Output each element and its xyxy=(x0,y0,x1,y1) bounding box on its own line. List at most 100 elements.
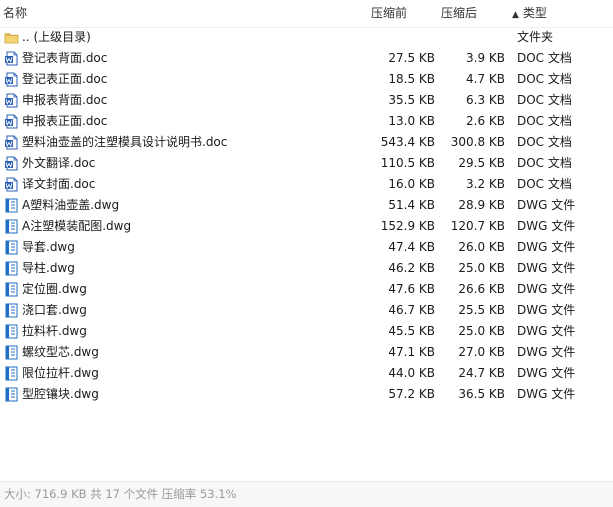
original-size: 44.0 KB xyxy=(388,366,435,380)
file-row[interactable]: 限位拉杆.dwg 44.0 KB 24.7 KB DWG 文件 xyxy=(0,363,613,384)
original-size: 57.2 KB xyxy=(388,387,435,401)
compressed-size: 3.9 KB xyxy=(466,51,505,65)
column-header-type[interactable]: ▲ 类型 xyxy=(512,0,547,27)
file-name: 导套.dwg xyxy=(22,240,75,254)
file-type: DWG 文件 xyxy=(517,240,576,254)
file-name: 申报表正面.doc xyxy=(22,114,108,128)
file-row[interactable]: 登记表背面.doc 27.5 KB 3.9 KB DOC 文档 xyxy=(0,48,613,69)
file-row[interactable]: 登记表正面.doc 18.5 KB 4.7 KB DOC 文档 xyxy=(0,69,613,90)
file-row[interactable]: 螺纹型芯.dwg 47.1 KB 27.0 KB DWG 文件 xyxy=(0,342,613,363)
word-doc-icon xyxy=(4,72,19,87)
file-type: DOC 文档 xyxy=(517,72,572,86)
file-type: DOC 文档 xyxy=(517,135,572,149)
compressed-size: 120.7 KB xyxy=(450,219,505,233)
file-type: DOC 文档 xyxy=(517,51,572,65)
file-type: DOC 文档 xyxy=(517,177,572,191)
original-size: 35.5 KB xyxy=(388,93,435,107)
file-row[interactable]: 申报表正面.doc 13.0 KB 2.6 KB DOC 文档 xyxy=(0,111,613,132)
original-size: 152.9 KB xyxy=(380,219,435,233)
compressed-size: 2.6 KB xyxy=(466,114,505,128)
column-header-name[interactable]: 名称 xyxy=(3,0,27,27)
file-name: A塑料油壶盖.dwg xyxy=(22,198,120,212)
file-row[interactable]: 申报表背面.doc 35.5 KB 6.3 KB DOC 文档 xyxy=(0,90,613,111)
file-name: 导柱.dwg xyxy=(22,261,75,275)
file-row[interactable]: 型腔镶块.dwg 57.2 KB 36.5 KB DWG 文件 xyxy=(0,384,613,405)
word-doc-icon xyxy=(4,135,19,150)
column-header-original-size[interactable]: 压缩前 xyxy=(371,0,407,27)
file-type: DWG 文件 xyxy=(517,261,576,275)
file-type: DWG 文件 xyxy=(517,219,576,233)
original-size: 27.5 KB xyxy=(388,51,435,65)
file-row[interactable]: 译文封面.doc 16.0 KB 3.2 KB DOC 文档 xyxy=(0,174,613,195)
file-list: .. (上级目录) 文件夹登记表背面.doc 27.5 KB 3.9 KB DOC 文档… xyxy=(0,27,613,405)
compressed-size: 27.0 KB xyxy=(458,345,505,359)
file-type: DWG 文件 xyxy=(517,387,576,401)
compressed-size: 25.0 KB xyxy=(458,324,505,338)
dwg-file-icon xyxy=(4,282,19,297)
original-size: 47.4 KB xyxy=(388,240,435,254)
compressed-size: 28.9 KB xyxy=(458,198,505,212)
file-row[interactable]: 定位圈.dwg 47.6 KB 26.6 KB DWG 文件 xyxy=(0,279,613,300)
word-doc-icon xyxy=(4,114,19,129)
original-size: 46.2 KB xyxy=(388,261,435,275)
file-name: A注塑模装配图.dwg xyxy=(22,219,132,233)
file-row[interactable]: 导柱.dwg 46.2 KB 25.0 KB DWG 文件 xyxy=(0,258,613,279)
compressed-size: 26.0 KB xyxy=(458,240,505,254)
original-size: 16.0 KB xyxy=(388,177,435,191)
word-doc-icon xyxy=(4,93,19,108)
file-row[interactable]: 塑料油壶盖的注塑模具设计说明书.doc 543.4 KB 300.8 KB DOC 文… xyxy=(0,132,613,153)
file-name: 限位拉杆.dwg xyxy=(22,366,99,380)
dwg-file-icon xyxy=(4,240,19,255)
file-name: 拉料杆.dwg xyxy=(22,324,87,338)
sort-ascending-icon: ▲ xyxy=(512,10,519,20)
column-header-compressed-size[interactable]: 压缩后 xyxy=(441,0,477,27)
file-name: 登记表背面.doc xyxy=(22,51,108,65)
dwg-file-icon xyxy=(4,219,19,234)
original-size: 18.5 KB xyxy=(388,72,435,86)
original-size: 47.6 KB xyxy=(388,282,435,296)
file-type: DWG 文件 xyxy=(517,198,576,212)
compressed-size: 4.7 KB xyxy=(466,72,505,86)
column-header-type-label: 类型 xyxy=(522,6,547,20)
original-size: 45.5 KB xyxy=(388,324,435,338)
original-size: 46.7 KB xyxy=(388,303,435,317)
file-row[interactable]: 拉料杆.dwg 45.5 KB 25.0 KB DWG 文件 xyxy=(0,321,613,342)
file-type: DWG 文件 xyxy=(517,324,576,338)
dwg-file-icon xyxy=(4,198,19,213)
compressed-size: 26.6 KB xyxy=(458,282,505,296)
file-row[interactable]: A塑料油壶盖.dwg 51.4 KB 28.9 KB DWG 文件 xyxy=(0,195,613,216)
original-size: 110.5 KB xyxy=(380,156,435,170)
file-name: 型腔镶块.dwg xyxy=(22,387,99,401)
file-row[interactable]: 外文翻译.doc 110.5 KB 29.5 KB DOC 文档 xyxy=(0,153,613,174)
file-type: DWG 文件 xyxy=(517,282,576,296)
compressed-size: 36.5 KB xyxy=(458,387,505,401)
status-text: 大小: 716.9 KB 共 17 个文件 压缩率 53.1% xyxy=(4,487,237,501)
file-row[interactable]: A注塑模装配图.dwg 152.9 KB 120.7 KB DWG 文件 xyxy=(0,216,613,237)
file-name: .. (上级目录) xyxy=(22,30,91,44)
parent-folder-row[interactable]: .. (上级目录) 文件夹 xyxy=(0,27,613,48)
file-name: 塑料油壶盖的注塑模具设计说明书.doc xyxy=(22,135,228,149)
file-name: 登记表正面.doc xyxy=(22,72,108,86)
dwg-file-icon xyxy=(4,387,19,402)
file-name: 定位圈.dwg xyxy=(22,282,87,296)
compressed-size: 3.2 KB xyxy=(466,177,505,191)
file-type: 文件夹 xyxy=(517,30,554,44)
file-type: DOC 文档 xyxy=(517,156,572,170)
dwg-file-icon xyxy=(4,261,19,276)
file-name: 外文翻译.doc xyxy=(22,156,96,170)
compressed-size: 300.8 KB xyxy=(450,135,505,149)
file-type: DOC 文档 xyxy=(517,114,572,128)
original-size: 543.4 KB xyxy=(380,135,435,149)
compressed-size: 6.3 KB xyxy=(466,93,505,107)
file-row[interactable]: 浇口套.dwg 46.7 KB 25.5 KB DWG 文件 xyxy=(0,300,613,321)
archive-window: 名称 压缩前 压缩后 ▲ 类型 .. (上级目录) 文件夹登记表背面.doc 27.5… xyxy=(0,0,613,507)
original-size: 13.0 KB xyxy=(388,114,435,128)
file-name: 申报表背面.doc xyxy=(22,93,108,107)
file-name: 螺纹型芯.dwg xyxy=(22,345,99,359)
file-row[interactable]: 导套.dwg 47.4 KB 26.0 KB DWG 文件 xyxy=(0,237,613,258)
dwg-file-icon xyxy=(4,303,19,318)
status-bar: 大小: 716.9 KB 共 17 个文件 压缩率 53.1% xyxy=(0,481,613,507)
column-header-bar: 名称 压缩前 压缩后 ▲ 类型 xyxy=(0,0,613,28)
file-name: 浇口套.dwg xyxy=(22,303,87,317)
compressed-size: 25.0 KB xyxy=(458,261,505,275)
